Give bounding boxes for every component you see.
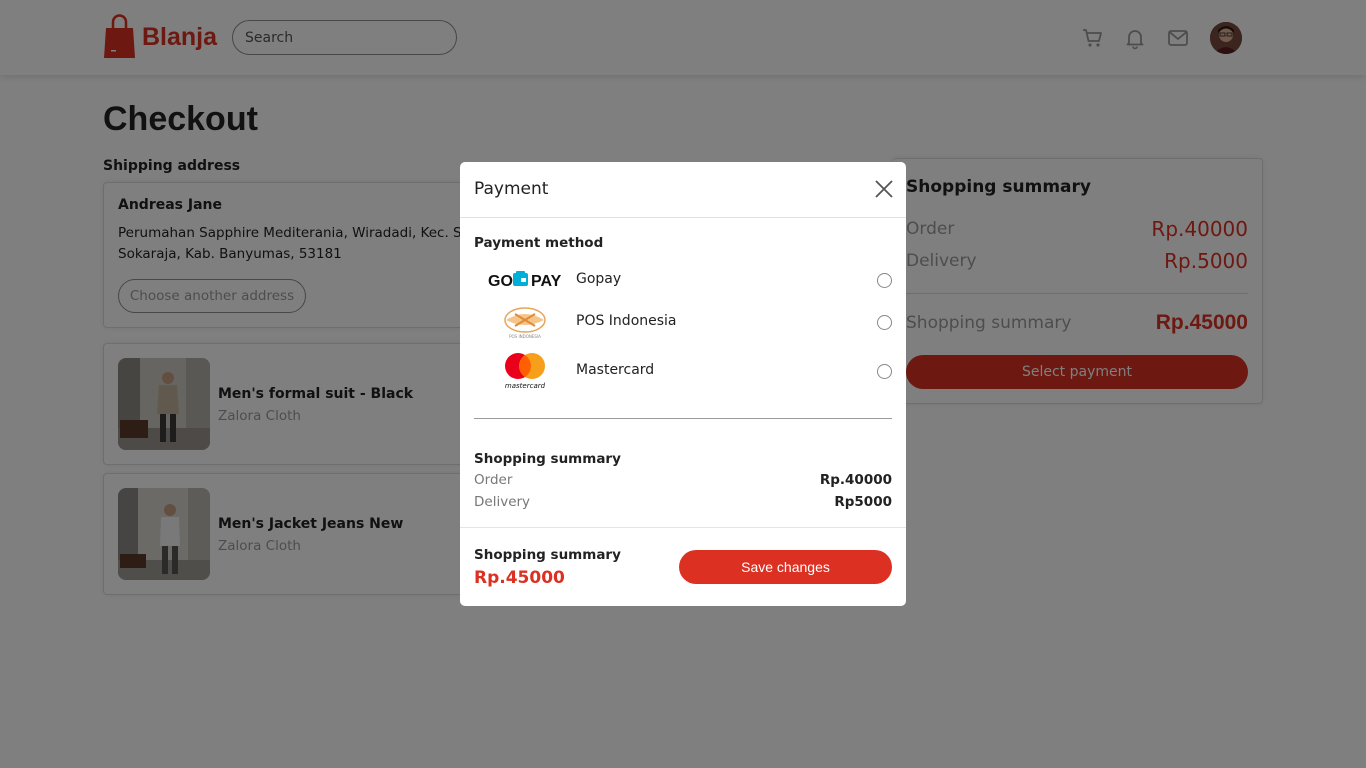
svg-text:PAY: PAY bbox=[531, 273, 562, 290]
payment-option-name: POS Indonesia bbox=[576, 313, 677, 329]
mastercard-logo: mastercard bbox=[488, 350, 562, 390]
svg-text:mastercard: mastercard bbox=[505, 382, 546, 390]
pos-indonesia-logo: POS INDONESIA bbox=[488, 302, 562, 342]
modal-total-label: Shopping summary bbox=[474, 547, 621, 563]
close-icon[interactable] bbox=[874, 179, 894, 199]
modal-order-row: Order Rp.40000 bbox=[474, 472, 892, 488]
gopay-logo: GO PAY bbox=[488, 260, 562, 300]
modal-divider bbox=[474, 418, 892, 419]
modal-delivery-label: Delivery bbox=[474, 494, 531, 510]
payment-radio-pos[interactable] bbox=[877, 315, 892, 330]
payment-radio-mastercard[interactable] bbox=[877, 364, 892, 379]
modal-total-value: Rp.45000 bbox=[474, 568, 565, 588]
modal-order-label: Order bbox=[474, 472, 513, 488]
modal-header: Payment bbox=[460, 162, 906, 218]
payment-modal: Payment Payment method GO PAY Gopay POS … bbox=[460, 162, 906, 606]
modal-title: Payment bbox=[474, 179, 549, 199]
modal-order-value: Rp.40000 bbox=[819, 472, 892, 488]
gopay-logo-graphic: GO PAY bbox=[488, 271, 562, 290]
payment-radio-gopay[interactable] bbox=[877, 273, 892, 288]
save-changes-button[interactable]: Save changes bbox=[679, 550, 892, 584]
payment-option-name: Mastercard bbox=[576, 362, 655, 378]
pos-logo-graphic: POS INDONESIA bbox=[504, 307, 546, 339]
svg-text:POS INDONESIA: POS INDONESIA bbox=[509, 334, 541, 339]
payment-method-label: Payment method bbox=[474, 235, 604, 251]
payment-option-pos[interactable]: POS INDONESIA POS Indonesia bbox=[474, 302, 892, 342]
modal-delivery-value: Rp5000 bbox=[834, 494, 892, 510]
payment-option-mastercard[interactable]: mastercard Mastercard bbox=[474, 350, 892, 390]
payment-option-gopay[interactable]: GO PAY Gopay bbox=[474, 260, 892, 300]
modal-footer: Shopping summary Rp.45000 Save changes bbox=[460, 527, 906, 606]
modal-delivery-row: Delivery Rp5000 bbox=[474, 494, 892, 510]
modal-summary-title: Shopping summary bbox=[474, 451, 621, 467]
mastercard-logo-graphic: mastercard bbox=[505, 353, 546, 390]
payment-option-name: Gopay bbox=[576, 271, 622, 287]
svg-text:GO: GO bbox=[488, 273, 513, 290]
